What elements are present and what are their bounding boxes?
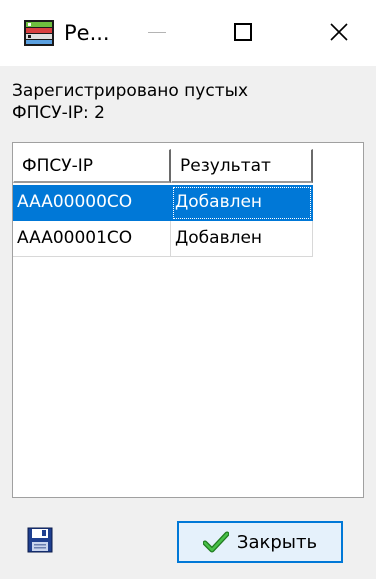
close-icon	[330, 23, 348, 41]
table-rows: AAA00000CO Добавлен AAA00001CO Добавлен	[13, 185, 363, 257]
table-row[interactable]: AAA00000CO Добавлен	[13, 185, 363, 221]
window-title: Ре...	[64, 21, 110, 45]
close-window-button[interactable]	[308, 8, 370, 56]
column-header-fpsu-ip[interactable]: ФПСУ-IP	[13, 149, 171, 183]
message-line-1: Зарегистрировано пустых	[12, 81, 249, 101]
message-line-2: ФПСУ-IP: 2	[12, 103, 105, 123]
save-button[interactable]	[16, 518, 64, 562]
bottom-bar: Закрыть	[0, 510, 376, 579]
close-button[interactable]: Закрыть	[177, 521, 343, 563]
registration-message: Зарегистрировано пустых ФПСУ-IP: 2	[12, 80, 362, 124]
table-header: ФПСУ-IP Результат	[13, 149, 363, 183]
cell-result[interactable]: Добавлен	[171, 185, 313, 221]
title-bar[interactable]: Ре...	[0, 0, 376, 66]
close-button-label: Закрыть	[236, 531, 318, 553]
results-table[interactable]: ФПСУ-IP Результат AAA00000CO Добавлен AA…	[12, 142, 364, 498]
minimize-icon	[148, 31, 166, 33]
table-row[interactable]: AAA00001CO Добавлен	[13, 221, 363, 257]
floppy-disk-icon	[27, 527, 53, 553]
column-header-result[interactable]: Результат	[171, 149, 313, 183]
maximize-button[interactable]	[212, 8, 274, 56]
minimize-button[interactable]	[126, 8, 188, 56]
checkmark-icon	[202, 531, 229, 553]
maximize-icon	[234, 23, 252, 41]
cell-result[interactable]: Добавлен	[171, 221, 313, 257]
cell-fpsu-ip[interactable]: AAA00001CO	[13, 221, 171, 257]
cell-fpsu-ip[interactable]: AAA00000CO	[13, 185, 171, 221]
server-icon[interactable]	[24, 20, 54, 46]
